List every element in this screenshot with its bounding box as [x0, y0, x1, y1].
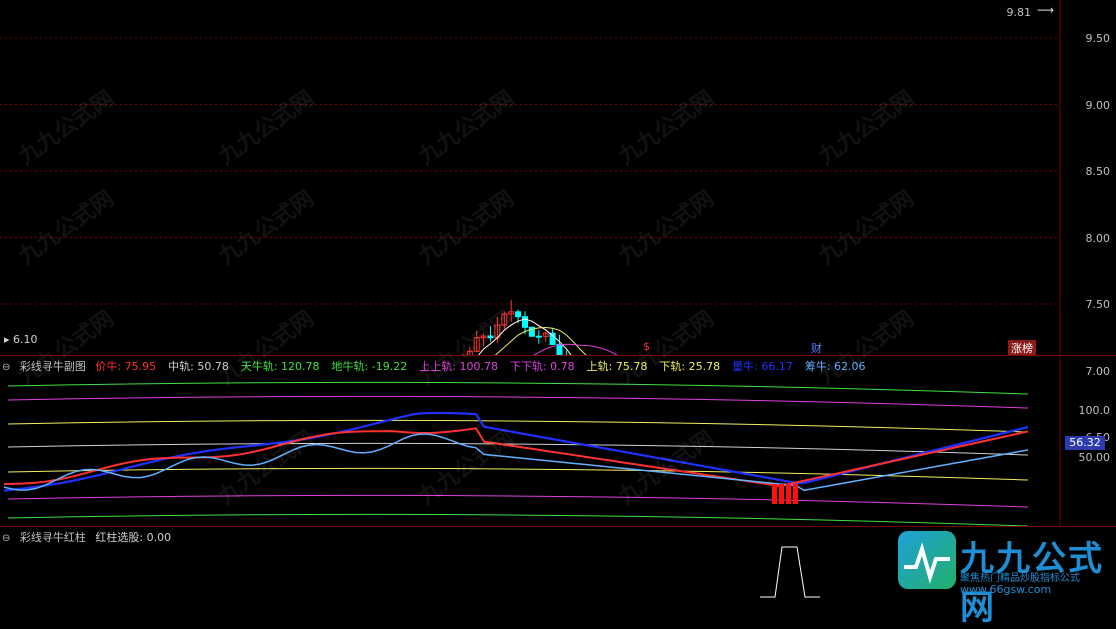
red-column [793, 484, 798, 504]
legend-item: 下轨: 25.78 [659, 360, 726, 373]
sub2-title: 彩线寻牛红柱 [19, 531, 86, 544]
limit-up-marker[interactable]: 涨榜 [1008, 340, 1036, 356]
legend-value: 50.78 [193, 360, 229, 373]
event-marker[interactable]: $ [643, 340, 650, 353]
legend-value: -19.22 [368, 360, 408, 373]
sub2-header: ⊖ 彩线寻牛红柱 红柱选股: 0.00 [2, 529, 189, 545]
legend-label: 中轨: [168, 360, 194, 373]
legend-item: 天牛轨: 120.78 [241, 360, 326, 373]
legend-label: 价牛: [95, 360, 122, 373]
red-column [772, 484, 777, 504]
band-line [7, 494, 1029, 508]
sub1-axis-50: 50.00 [1078, 451, 1111, 464]
legend-label: 红柱选股: [95, 531, 144, 544]
kline-panel[interactable]: 9.81 ⟶ 9.509.008.508.007.507.006.50 ▸ 6.… [0, 0, 1116, 444]
price-axis-label: 7.50 [1085, 298, 1111, 311]
logo-url: www.66gsw.com [960, 583, 1052, 596]
legend-item: 上轨: 75.78 [587, 360, 654, 373]
price-axis-label: 9.50 [1085, 32, 1111, 45]
band-line [7, 419, 1029, 433]
legend-item: 筹牛: 62.06 [805, 360, 872, 373]
current-value-tag: 56.32 [1065, 436, 1105, 450]
ma10-line [494, 326, 587, 355]
logo-chart-icon [898, 531, 956, 589]
red-column [779, 484, 784, 504]
volume-bull-line [3, 411, 1029, 492]
collapse-icon-2[interactable]: ⊖ [2, 533, 10, 544]
band-line [7, 467, 1029, 481]
top-price-label: 9.81 [1006, 6, 1032, 19]
band-line [7, 513, 1029, 526]
sub-chart-1[interactable]: ⊖ 彩线寻牛副图 价牛: 75.95 中轨: 50.78 天牛轨: 120.78 地牛… [0, 356, 1116, 526]
legend-item: 地牛轨: -19.22 [332, 360, 414, 373]
legend-label: 上轨: [586, 360, 613, 373]
price-axis-label: 9.00 [1085, 98, 1111, 112]
candle-body [487, 335, 494, 339]
red-column-signal-line [760, 546, 820, 598]
earnings-marker[interactable]: 财 [811, 340, 822, 356]
price-axis-label: 8.50 [1085, 165, 1111, 178]
kline-chart[interactable] [0, 0, 1116, 355]
red-column [786, 484, 791, 504]
legend-label: 上上轨: [419, 360, 456, 373]
candle-body [535, 335, 542, 338]
sub2-legend: 红柱选股: 0.00 [95, 531, 183, 544]
legend-value: 100.78 [455, 360, 498, 373]
legend-value: 75.78 [612, 360, 648, 373]
legend-value: 0.78 [546, 360, 575, 373]
logo-subtitle: 聚焦热门精品炒股指标公式 [960, 573, 1080, 584]
arrow-icon: ⟶ [1037, 3, 1055, 17]
sub1-axis-100: 100.0 [1078, 404, 1111, 417]
legend-item: 上上轨: 100.78 [419, 360, 504, 373]
sub1-title: 彩线寻牛副图 [19, 360, 86, 373]
sub1-header: ⊖ 彩线寻牛副图 价牛: 75.95 中轨: 50.78 天牛轨: 120.78 地牛… [2, 358, 884, 374]
legend-value: 66.17 [757, 360, 793, 373]
legend-value: 75.95 [121, 360, 157, 373]
chip-bull-line [3, 433, 1029, 492]
candle-body [522, 316, 528, 328]
legend-label: 下轨: [659, 360, 686, 373]
sub1-legend: 价牛: 75.95 中轨: 50.78 天牛轨: 120.78 地牛轨: -19.22… [95, 360, 877, 373]
ma5-line [478, 318, 572, 355]
sub1-chart[interactable] [0, 356, 1116, 526]
legend-label: 天牛轨: [240, 360, 278, 373]
candle-body [556, 343, 563, 355]
low-price-value: 6.10 [13, 333, 38, 346]
collapse-icon[interactable]: ⊖ [2, 362, 10, 373]
legend-value: 62.06 [830, 360, 866, 373]
legend-value: 0.00 [143, 531, 172, 544]
legend-value: 25.78 [685, 360, 721, 373]
legend-item: 下下轨: 0.78 [510, 360, 581, 373]
legend-label: 量牛: [732, 360, 758, 373]
legend-label: 下下轨: [509, 360, 547, 373]
legend-item: 价牛: 75.95 [95, 360, 162, 373]
legend-item: 中轨: 50.78 [168, 360, 235, 373]
price-axis-label: 8.00 [1085, 231, 1111, 245]
legend-item: 量牛: 66.17 [732, 360, 799, 373]
candle-body [515, 311, 522, 318]
band-line [7, 442, 1029, 456]
legend-value: 120.78 [277, 360, 320, 373]
band-line [7, 395, 1029, 409]
site-logo: 九九公式网 聚焦热门精品炒股指标公式 www.66gsw.com [898, 531, 1110, 628]
legend-label: 地牛轨: [331, 360, 369, 373]
band-line [7, 381, 1029, 395]
legend-label: 筹牛: [804, 360, 831, 373]
ma20-line [533, 343, 618, 355]
low-price-label: ▸ 6.10 [4, 333, 38, 346]
legend-item: 红柱选股: 0.00 [95, 531, 177, 544]
